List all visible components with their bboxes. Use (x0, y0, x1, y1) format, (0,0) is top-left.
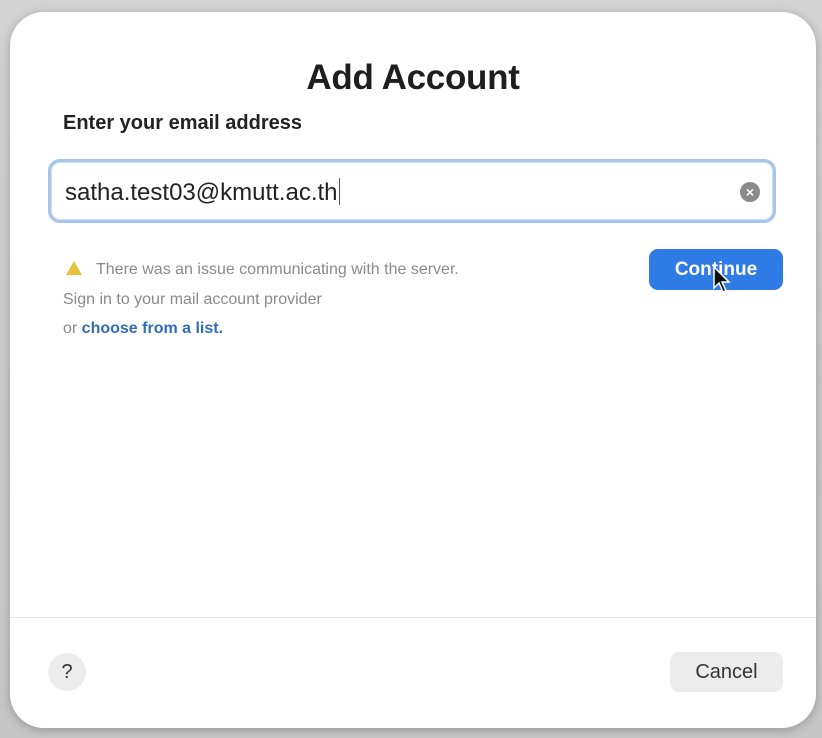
error-message-line3: or choose from a list. (63, 320, 223, 338)
footer-divider (10, 617, 816, 618)
error-message-line1: There was an issue communicating with th… (66, 261, 459, 279)
help-button[interactable]: ? (48, 653, 86, 691)
email-field[interactable]: satha.test03@kmutt.ac.th × (48, 159, 776, 223)
warning-triangle-icon (66, 261, 82, 275)
email-input-value[interactable]: satha.test03@kmutt.ac.th (65, 178, 340, 207)
cancel-button[interactable]: Cancel (670, 652, 783, 692)
text-caret (338, 178, 340, 205)
clear-circle-icon[interactable]: × (740, 182, 760, 202)
error-text: There was an issue communicating with th… (96, 261, 459, 278)
choose-from-list-link[interactable]: choose from a list. (82, 320, 223, 337)
dialog-title: Add Account (306, 58, 520, 97)
email-prompt-label: Enter your email address (63, 112, 302, 134)
line3-prefix: or (63, 320, 82, 337)
error-message-line2: Sign in to your mail account provider (63, 291, 322, 308)
add-account-dialog: Add Account Enter your email address sat… (10, 12, 816, 728)
mouse-pointer-icon (713, 266, 731, 294)
